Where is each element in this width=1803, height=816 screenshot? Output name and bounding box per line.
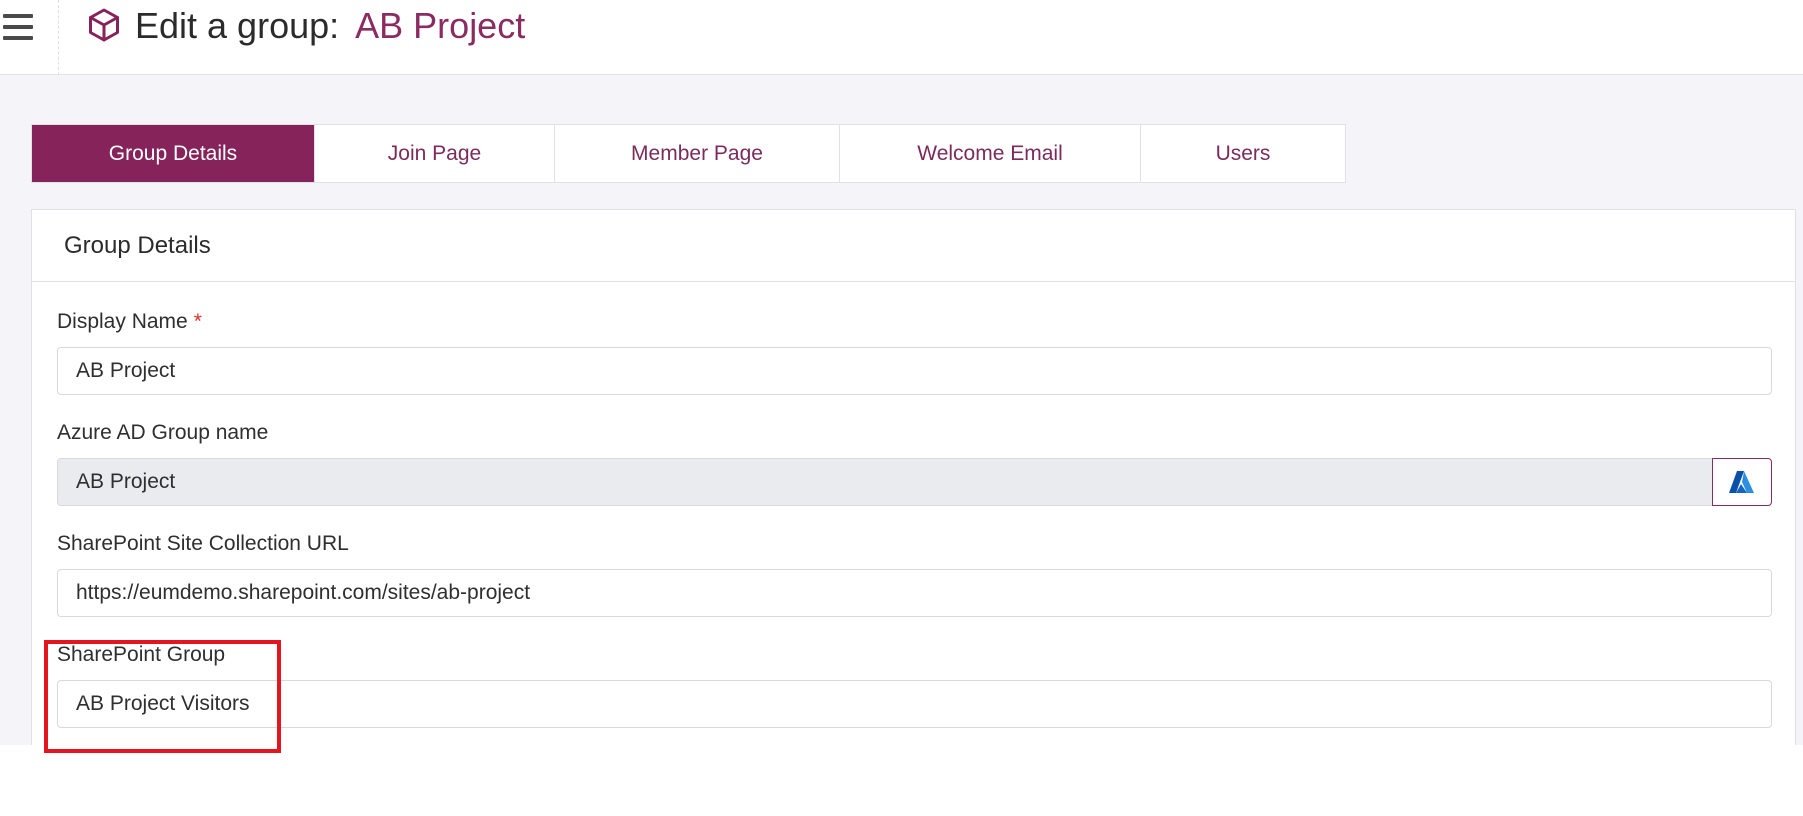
display-name-label: Display Name *	[57, 310, 202, 334]
azure-lookup-button[interactable]	[1712, 458, 1772, 506]
hamburger-menu-icon[interactable]	[0, 8, 40, 50]
tab-join-page[interactable]: Join Page	[315, 125, 555, 182]
azure-ad-group-input	[57, 458, 1713, 506]
page-title-prefix: Edit a group:	[135, 5, 340, 46]
sharepoint-url-input[interactable]	[57, 569, 1772, 617]
display-name-input[interactable]	[57, 347, 1772, 395]
top-bar: Edit a group: AB Project	[0, 0, 1803, 75]
page-title: Edit a group: AB Project	[135, 2, 525, 50]
group-details-card: Group Details Display Name* Azure AD Gro…	[31, 209, 1796, 745]
sharepoint-url-label: SharePoint Site Collection URL	[57, 532, 349, 555]
sharepoint-group-label: SharePoint Group	[57, 643, 226, 666]
header-divider	[58, 0, 59, 75]
card-title: Group Details	[32, 210, 1795, 282]
app-window: Edit a group: AB Project Group Details Jo…	[0, 0, 1803, 745]
required-marker: *	[193, 310, 202, 333]
azure-logo-icon	[1729, 471, 1754, 493]
display-name-label-text: Display Name	[57, 310, 188, 333]
tab-welcome-email[interactable]: Welcome Email	[840, 125, 1141, 182]
tab-member-page[interactable]: Member Page	[555, 125, 840, 182]
azure-ad-group-label: Azure AD Group name	[57, 421, 269, 444]
sharepoint-group-input[interactable]	[57, 680, 1772, 728]
tab-users[interactable]: Users	[1141, 125, 1345, 182]
tab-group-details[interactable]: Group Details	[32, 125, 315, 182]
tab-bar: Group Details Join Page Member Page Welc…	[31, 124, 1346, 183]
cube-icon	[89, 8, 119, 42]
page-title-group-name: AB Project	[355, 5, 526, 46]
